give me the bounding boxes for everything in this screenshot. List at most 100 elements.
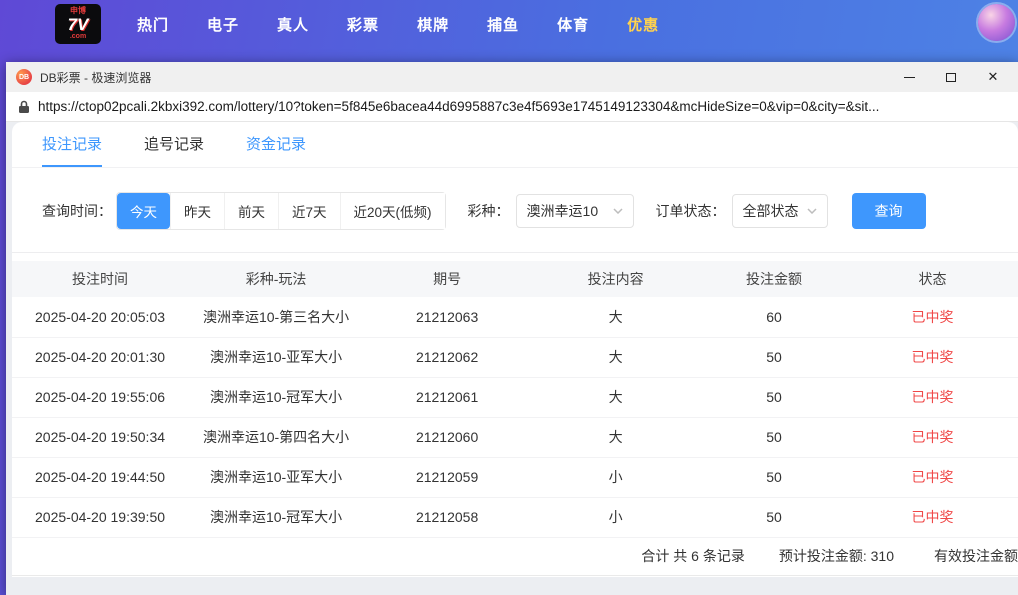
- column-header: 状态: [846, 261, 1018, 297]
- nav-item-hot[interactable]: 热门: [137, 14, 169, 35]
- avatar[interactable]: [978, 4, 1015, 41]
- table-cell: 2025-04-20 20:01:30: [12, 337, 189, 378]
- browser-addressbar[interactable]: https://ctop02pcali.2kbxi392.com/lottery…: [6, 92, 1018, 122]
- search-button[interactable]: 查询: [851, 193, 926, 229]
- site-nav-items: 热门 电子 真人 彩票 棋牌 捕鱼 体育 优惠: [137, 14, 659, 35]
- table-cell: 澳洲幸运10-第四名大小: [188, 417, 365, 458]
- table-cell: 50: [701, 377, 847, 418]
- time-range-group: 今天 昨天 前天 近7天 近20天(低频): [116, 192, 446, 230]
- maximize-icon: [946, 72, 956, 82]
- status-cell: 已中奖: [846, 457, 1018, 498]
- site-header: 申博 7V .com 热门 电子 真人 彩票 棋牌 捕鱼 体育 优惠: [0, 0, 1018, 48]
- summary-total: 合计 共 6 条记录: [641, 548, 745, 564]
- table-cell: 澳洲幸运10-亚军大小: [188, 337, 365, 378]
- tab-bet-records[interactable]: 投注记录: [42, 122, 103, 167]
- page-background: 投注记录 追号记录 资金记录 查询时间： 今天 昨天 前天 近7天 近20天(低频) 彩种：…: [6, 122, 1018, 595]
- table-cell: 2025-04-20 19:44:50: [12, 457, 189, 498]
- filter-bar: 查询时间： 今天 昨天 前天 近7天 近20天(低频) 彩种： 澳洲幸运10 订单状态：…: [42, 192, 1018, 230]
- nav-item-promotions[interactable]: 优惠: [627, 14, 659, 35]
- time-option-yesterday[interactable]: 昨天: [170, 193, 224, 229]
- nav-item-slots[interactable]: 电子: [207, 14, 239, 35]
- divider: [12, 252, 1018, 253]
- table-cell: 2025-04-20 19:55:06: [12, 377, 189, 418]
- status-cell: 已中奖: [846, 297, 1018, 338]
- column-header: 投注时间: [12, 261, 189, 297]
- table-cell: 澳洲幸运10-第三名大小: [188, 297, 365, 338]
- table-cell: 2025-04-20 19:39:50: [12, 497, 189, 538]
- summary-expected-amount: 预计投注金额: 310: [778, 548, 894, 564]
- url-text[interactable]: https://ctop02pcali.2kbxi392.com/lottery…: [38, 99, 879, 114]
- column-header: 投注内容: [530, 261, 702, 297]
- table-cell: 澳洲幸运10-亚军大小: [188, 457, 365, 498]
- table-cell: 2025-04-20 19:50:34: [12, 417, 189, 458]
- browser-favicon-icon: DB: [16, 69, 32, 85]
- table-cell: 21212059: [364, 457, 531, 498]
- table-cell: 2025-04-20 20:05:03: [12, 297, 189, 338]
- nav-item-board-games[interactable]: 棋牌: [417, 14, 449, 35]
- table-header-row: 投注时间 彩种-玩法 期号 投注内容 投注金额 状态: [12, 261, 1018, 297]
- nav-item-sports[interactable]: 体育: [557, 14, 589, 35]
- status-cell: 已中奖: [846, 497, 1018, 538]
- site-logo-suffix-text: .com: [69, 33, 87, 41]
- table-row: 2025-04-20 19:39:50 澳洲幸运10-冠军大小 21212058 小 5…: [12, 497, 1018, 538]
- table-cell: 21212061: [364, 377, 531, 418]
- table-cell: 50: [701, 337, 847, 378]
- table-row: 2025-04-20 19:50:34 澳洲幸运10-第四名大小 21212060 大…: [12, 417, 1018, 458]
- column-header: 彩种-玩法: [188, 261, 365, 297]
- summary-bar: 合计 共 6 条记录 预计投注金额: 310 有效投注金额: [12, 538, 1018, 576]
- table-cell: 小: [530, 497, 702, 538]
- tab-fund-records[interactable]: 资金记录: [246, 122, 306, 167]
- summary-valid-amount: 有效投注金额: [934, 548, 1018, 564]
- chevron-down-icon: [807, 208, 817, 214]
- order-status-value: 全部状态: [742, 203, 799, 219]
- browser-title: DB彩票 - 极速浏览器: [40, 70, 152, 85]
- chevron-down-icon: [613, 208, 623, 214]
- table-cell: 60: [701, 297, 847, 338]
- table-body: 2025-04-20 20:05:03 澳洲幸运10-第三名大小 21212063 大…: [12, 297, 1018, 538]
- browser-titlebar[interactable]: DB DB彩票 - 极速浏览器 ✕: [6, 62, 1018, 92]
- table-cell: 小: [530, 457, 702, 498]
- table-cell: 50: [701, 417, 847, 458]
- status-cell: 已中奖: [846, 417, 1018, 458]
- time-filter-label: 查询时间：: [42, 203, 112, 219]
- time-option-last-7-days[interactable]: 近7天: [278, 193, 340, 229]
- minimize-icon: [903, 76, 915, 78]
- table-cell: 大: [530, 417, 702, 458]
- table-cell: 21212058: [364, 497, 531, 538]
- browser-window: DB DB彩票 - 极速浏览器 ✕ https://ctop02pcali.2k…: [6, 62, 1018, 595]
- table-row: 2025-04-20 20:05:03 澳洲幸运10-第三名大小 21212063 大…: [12, 297, 1018, 338]
- table-cell: 21212060: [364, 417, 531, 458]
- close-button[interactable]: ✕: [972, 62, 1014, 92]
- site-logo[interactable]: 申博 7V .com: [55, 4, 101, 44]
- time-option-today[interactable]: 今天: [117, 193, 170, 229]
- table-cell: 21212062: [364, 337, 531, 378]
- column-header: 期号: [364, 261, 531, 297]
- site-logo-main-text: 7V: [67, 14, 89, 34]
- order-status-select[interactable]: 全部状态: [731, 194, 828, 228]
- tab-chase-records[interactable]: 追号记录: [144, 122, 204, 167]
- status-cell: 已中奖: [846, 337, 1018, 378]
- nav-item-lottery[interactable]: 彩票: [347, 14, 379, 35]
- bet-records-table: 投注时间 彩种-玩法 期号 投注内容 投注金额 状态 2025-04-20 20:05:0…: [12, 261, 1018, 538]
- order-status-label: 订单状态：: [655, 203, 726, 219]
- lottery-select[interactable]: 澳洲幸运10: [515, 194, 634, 228]
- maximize-button[interactable]: [930, 62, 972, 92]
- table-cell: 大: [530, 337, 702, 378]
- table-cell: 21212063: [364, 297, 531, 338]
- window-controls: ✕: [888, 62, 1018, 92]
- minimize-button[interactable]: [888, 62, 930, 92]
- nav-item-live[interactable]: 真人: [277, 14, 309, 35]
- nav-item-fishing[interactable]: 捕鱼: [487, 14, 519, 35]
- record-tabs: 投注记录 追号记录 资金记录: [12, 122, 1018, 168]
- lottery-select-value: 澳洲幸运10: [526, 203, 599, 219]
- table-cell: 50: [701, 457, 847, 498]
- table-cell: 大: [530, 297, 702, 338]
- lottery-filter-label: 彩种：: [467, 203, 510, 219]
- table-row: 2025-04-20 19:55:06 澳洲幸运10-冠军大小 21212061 大 5…: [12, 377, 1018, 418]
- table-cell: 50: [701, 497, 847, 538]
- time-option-day-before[interactable]: 前天: [224, 193, 278, 229]
- status-cell: 已中奖: [846, 377, 1018, 418]
- table-row: 2025-04-20 20:01:30 澳洲幸运10-亚军大小 21212062 大 5…: [12, 337, 1018, 378]
- table-cell: 澳洲幸运10-冠军大小: [188, 377, 365, 418]
- time-option-last-20-days[interactable]: 近20天(低频): [339, 193, 445, 229]
